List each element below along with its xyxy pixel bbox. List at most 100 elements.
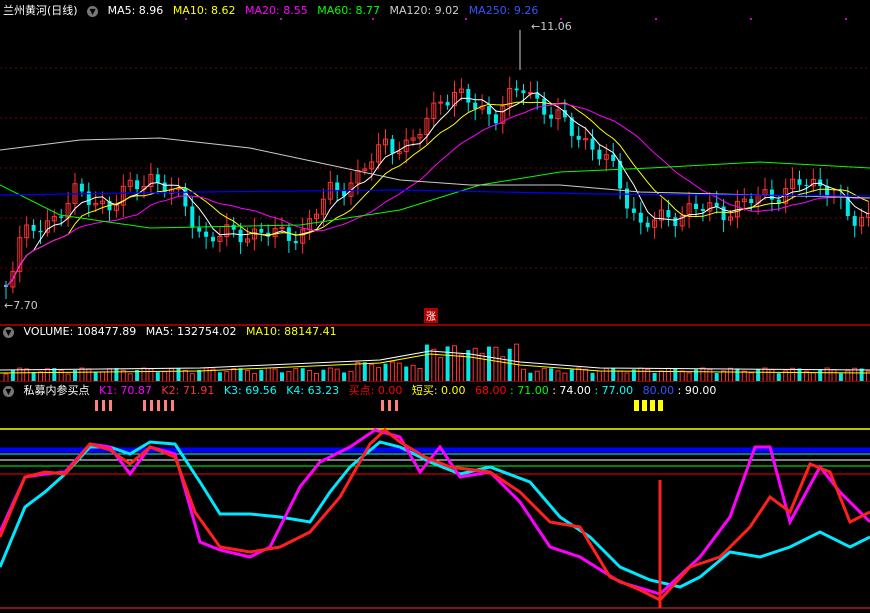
volume-ma10-line xyxy=(0,353,870,374)
indicator-header: ▼ 私募内参买点 K1: 70.87 K2: 71.91 K3: 69.56 K… xyxy=(3,382,722,398)
volume-bar xyxy=(176,368,181,382)
volume-bar xyxy=(576,367,582,382)
volume-bar xyxy=(673,368,678,382)
volume-bar xyxy=(114,368,119,382)
volume-bar xyxy=(376,366,382,382)
limit-up-marker[interactable]: 涨 xyxy=(424,308,438,323)
event-marker xyxy=(845,18,847,20)
volume-bar xyxy=(300,368,305,382)
candle-down xyxy=(769,189,774,200)
candle-down xyxy=(135,180,140,190)
level-80-label: 80.00 xyxy=(642,384,675,397)
volume-bar xyxy=(396,362,402,382)
volume-bar xyxy=(169,368,175,382)
buy-signal-marker xyxy=(102,400,105,411)
collapse-indicator-icon[interactable]: ▼ xyxy=(3,385,14,397)
short-buy-marker xyxy=(634,400,639,411)
volume-bar xyxy=(479,352,485,382)
volume-bar xyxy=(362,362,367,382)
volume-bar xyxy=(790,367,796,382)
indicator-pane[interactable]: ▼ 私募内参买点 K1: 70.87 K2: 71.91 K3: 69.56 K… xyxy=(0,382,870,613)
event-marker xyxy=(185,18,187,20)
candle-down xyxy=(335,182,340,191)
volume-bar xyxy=(458,354,464,382)
volume-label: VOLUME: 108477.89 xyxy=(23,326,137,338)
volume-bar xyxy=(424,344,429,382)
low-price-label: ←7.70 xyxy=(4,299,38,312)
k1-label: K1: 70.87 xyxy=(99,384,152,397)
candle-down xyxy=(597,149,602,160)
candle-down xyxy=(694,203,698,209)
buy-signal-marker xyxy=(95,400,98,411)
volume-bar xyxy=(107,368,112,382)
ma5-line xyxy=(5,92,869,288)
volume-bar xyxy=(797,368,802,382)
low-arrow-icon: ← xyxy=(4,299,14,312)
collapse-volume-icon[interactable]: ▼ xyxy=(3,326,14,338)
volume-bar xyxy=(507,348,512,382)
volume-bar xyxy=(327,367,333,382)
candle-down xyxy=(714,202,719,207)
price-header: 兰州黄河(日线) ▼ MA5: 8.96 MA10: 8.62 MA20: 8.… xyxy=(3,2,544,18)
ma10-label: MA10: 8.62 xyxy=(172,4,236,17)
candle-down xyxy=(473,102,478,109)
candle-down xyxy=(625,188,629,209)
buy-signal-marker xyxy=(395,400,398,411)
volume-bar xyxy=(859,368,864,382)
candle-down xyxy=(825,185,830,197)
volume-bar xyxy=(265,367,271,382)
short-buy-marker xyxy=(658,400,663,411)
event-marker xyxy=(655,18,657,20)
candlestick-chart[interactable] xyxy=(0,0,870,324)
volume-bar xyxy=(203,367,209,382)
event-marker xyxy=(372,18,374,20)
volume-bar xyxy=(44,368,50,382)
volume-bar xyxy=(762,367,768,382)
candle-down xyxy=(645,222,650,228)
candle-down xyxy=(666,210,671,218)
short-buy-marker xyxy=(642,400,647,411)
ma120-label: MA120: 9.02 xyxy=(389,4,460,17)
collapse-price-icon[interactable]: ▼ xyxy=(87,5,99,17)
candle-down xyxy=(721,206,726,221)
candle-down xyxy=(804,184,809,186)
buy-signal-marker xyxy=(388,400,391,411)
indicator-chart[interactable] xyxy=(0,382,870,613)
volume-bar xyxy=(438,357,444,382)
candle-down xyxy=(445,102,450,106)
candle-down xyxy=(611,154,616,161)
buy-signal-marker xyxy=(381,400,384,411)
volume-bar xyxy=(293,368,299,382)
buy-signal-marker xyxy=(109,400,112,411)
level-74-label: : 74.00 xyxy=(552,384,591,397)
candle-down xyxy=(749,199,754,204)
volume-bar xyxy=(141,367,147,382)
price-pane[interactable]: 兰州黄河(日线) ▼ MA5: 8.96 MA10: 8.62 MA20: 8.… xyxy=(0,0,870,324)
candle-down xyxy=(38,230,43,233)
volume-bar xyxy=(383,363,388,382)
volume-bar xyxy=(638,367,644,382)
volume-ma10-label: MA10: 88147.41 xyxy=(245,326,337,338)
volume-bar xyxy=(493,346,499,382)
volume-bar xyxy=(79,367,85,382)
volume-bar xyxy=(417,368,423,382)
buy-signal-marker xyxy=(143,400,146,411)
candle-down xyxy=(190,206,195,228)
candle-down xyxy=(514,88,519,91)
candle-down xyxy=(59,216,64,218)
volume-bar xyxy=(603,367,609,382)
buy-signal-marker xyxy=(150,400,153,411)
volume-bar xyxy=(231,368,237,382)
candle-down xyxy=(231,224,236,230)
stock-chart-window: 兰州黄河(日线) ▼ MA5: 8.96 MA10: 8.62 MA20: 8.… xyxy=(0,0,870,613)
volume-bar xyxy=(238,368,243,382)
buy-signal-marker xyxy=(157,400,160,411)
candle-down xyxy=(259,229,264,233)
candle-down xyxy=(466,89,471,103)
volume-header: ▼ VOLUME: 108477.89 MA5: 132754.02 MA10:… xyxy=(3,326,343,338)
candle-down xyxy=(852,216,857,226)
candle-down xyxy=(590,138,595,150)
ma250-label: MA250: 9.26 xyxy=(468,4,539,17)
volume-pane[interactable]: ▼ VOLUME: 108477.89 MA5: 132754.02 MA10:… xyxy=(0,326,870,382)
volume-bar xyxy=(466,350,471,382)
